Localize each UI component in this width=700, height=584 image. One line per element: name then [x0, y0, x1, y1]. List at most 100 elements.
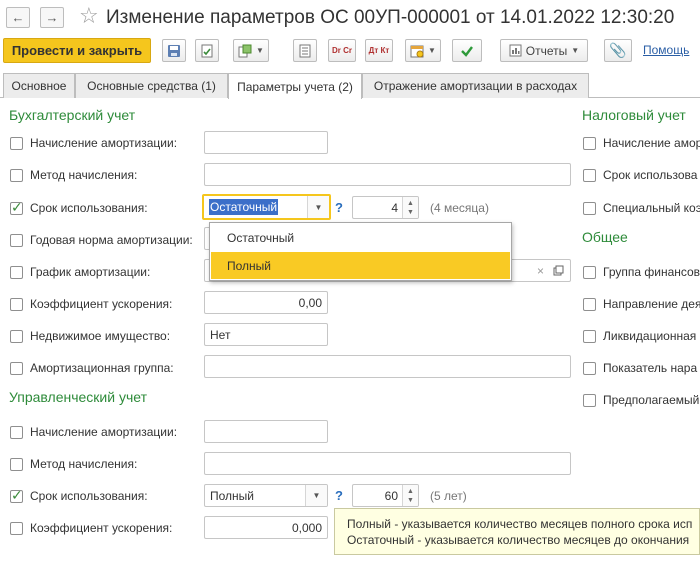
dropdown-option-full[interactable]: Полный [211, 252, 510, 279]
management-method-field[interactable] [204, 452, 571, 475]
general-row[interactable]: Группа финансов [583, 264, 700, 280]
spinner-icon[interactable]: ▲ ▼ [402, 197, 418, 218]
dropdown-option-residual[interactable]: Остаточный [211, 224, 510, 251]
general-row[interactable]: Направление дея [583, 296, 700, 312]
report-icon [509, 44, 522, 57]
tax-row[interactable]: Начисление амор [583, 135, 700, 151]
tax-row[interactable]: Специальный коэ [583, 200, 700, 216]
term-hint: (5 лет) [430, 489, 467, 503]
chevron-down-icon[interactable]: ▼ [307, 196, 329, 218]
checkbox-label: Срок использования: [30, 201, 148, 215]
save-button[interactable] [162, 39, 186, 62]
checkbox-label: Начисление амортизации: [30, 136, 178, 150]
chevron-down-icon[interactable]: ▼ [305, 485, 327, 506]
accounting-term-months-field[interactable]: 4 ▲ ▼ [352, 196, 419, 219]
checkbox[interactable] [583, 265, 596, 279]
dt-kt-button[interactable]: Дт Кт [365, 39, 393, 62]
confirm-button[interactable] [452, 39, 482, 62]
checkbox-label: Метод начисления: [30, 168, 138, 182]
months-value: 4 [391, 200, 398, 215]
general-row[interactable]: Показатель нара [583, 360, 697, 376]
management-term-row[interactable]: Срок использования: [10, 487, 148, 504]
accounting-section-title: Бухгалтерский учет [9, 107, 136, 123]
checkbox[interactable] [583, 393, 596, 407]
accounting-annual-rate-row[interactable]: Годовая норма амортизации: [10, 232, 193, 248]
tab-main[interactable]: Основное [3, 73, 75, 98]
reports-button[interactable]: Отчеты ▼ [500, 39, 588, 62]
tab-depreciation-expenses[interactable]: Отражение амортизации в расходах [362, 73, 589, 98]
attach-button[interactable]: 📎 [604, 39, 632, 62]
favorite-star-icon[interactable]: ☆ [79, 3, 99, 29]
accounting-real-estate-field[interactable]: Нет [204, 323, 328, 346]
checkbox[interactable] [10, 521, 23, 535]
dr-cr-button[interactable]: Dr Cr [328, 39, 356, 62]
checkbox[interactable] [583, 168, 596, 182]
management-depreciation-field[interactable] [204, 420, 328, 443]
accounting-real-estate-row[interactable]: Недвижимое имущество: [10, 328, 170, 344]
checkbox[interactable] [10, 168, 23, 182]
checkbox[interactable] [10, 361, 23, 375]
checkbox[interactable] [10, 329, 23, 343]
tax-row[interactable]: Срок использова [583, 167, 697, 183]
term-type-tooltip: Полный - указывается количество месяцев … [334, 508, 700, 555]
management-depreciation-row[interactable]: Начисление амортизации: [10, 424, 177, 440]
checkbox-label: Группа финансов [603, 265, 700, 279]
calendar-print-icon [410, 45, 424, 57]
tab-accounting-params[interactable]: Параметры учета (2) [228, 73, 362, 99]
print-button[interactable]: ▼ [405, 39, 441, 62]
checkbox[interactable] [10, 487, 23, 504]
accounting-depreciation-row[interactable]: Начисление амортизации: [10, 135, 177, 151]
accounting-depreciation-field[interactable] [204, 131, 328, 154]
management-acceleration-row[interactable]: Коэффициент ускорения: [10, 520, 172, 536]
forward-button[interactable]: → [40, 7, 64, 28]
accounting-acceleration-row[interactable]: Коэффициент ускорения: [10, 296, 172, 312]
checkbox[interactable] [583, 329, 596, 343]
list-view-button[interactable] [293, 39, 317, 62]
accounting-method-field[interactable] [204, 163, 571, 186]
spinner-icon[interactable]: ▲ ▼ [402, 485, 418, 506]
checkbox[interactable] [10, 265, 23, 279]
checkbox-label: Амортизационная группа: [30, 361, 174, 375]
tax-section-title: Налоговый учет [582, 107, 686, 123]
checkbox[interactable] [583, 297, 596, 311]
checkbox-label: Срок использова [603, 168, 698, 182]
management-method-row[interactable]: Метод начисления: [10, 456, 137, 472]
general-row[interactable]: Предполагаемый [583, 392, 699, 408]
post-and-close-button[interactable]: Провести и закрыть [3, 38, 151, 63]
checkbox[interactable] [10, 457, 23, 471]
checkbox-label: Специальный коэ [603, 201, 700, 215]
create-based-on-button[interactable]: ▼ [233, 39, 269, 62]
clear-icon[interactable]: × [537, 264, 544, 278]
accounting-group-row[interactable]: Амортизационная группа: [10, 360, 174, 376]
management-section-title: Управленческий учет [9, 389, 147, 405]
checkbox[interactable] [10, 136, 23, 150]
window-title: Изменение параметров ОС 00УП-000001 от 1… [106, 7, 675, 28]
tab-fixed-assets[interactable]: Основные средства (1) [75, 73, 228, 98]
management-term-type-select[interactable]: Полный ▼ [204, 484, 328, 507]
checkbox[interactable] [583, 136, 596, 150]
accounting-group-field[interactable] [204, 355, 571, 378]
help-question-icon[interactable]: ? [335, 200, 343, 215]
checkbox[interactable] [10, 233, 23, 247]
help-question-icon[interactable]: ? [335, 488, 343, 503]
accounting-term-row[interactable]: Срок использования: [10, 199, 148, 216]
accounting-acceleration-field[interactable]: 0,00 [204, 291, 328, 314]
checkbox-label: Ликвидационная [603, 329, 697, 343]
general-row[interactable]: Ликвидационная [583, 328, 696, 344]
checkbox[interactable] [583, 201, 596, 215]
open-icon[interactable] [553, 265, 564, 279]
post-button[interactable] [195, 39, 219, 62]
checkbox[interactable] [583, 361, 596, 375]
checkbox-label: Срок использования: [30, 489, 148, 503]
accounting-schedule-row[interactable]: График амортизации: [10, 264, 150, 280]
management-acceleration-field[interactable]: 0,000 [204, 516, 328, 539]
checkbox[interactable] [10, 297, 23, 311]
accounting-term-type-select[interactable]: Остаточный ▼ [202, 194, 331, 220]
back-button[interactable]: ← [6, 7, 30, 28]
checkbox[interactable] [10, 199, 23, 216]
checkbox[interactable] [10, 425, 23, 439]
chevron-down-icon: ▼ [571, 46, 580, 55]
help-link[interactable]: Помощь [643, 43, 689, 57]
management-term-months-field[interactable]: 60 ▲ ▼ [352, 484, 419, 507]
accounting-method-row[interactable]: Метод начисления: [10, 167, 137, 183]
